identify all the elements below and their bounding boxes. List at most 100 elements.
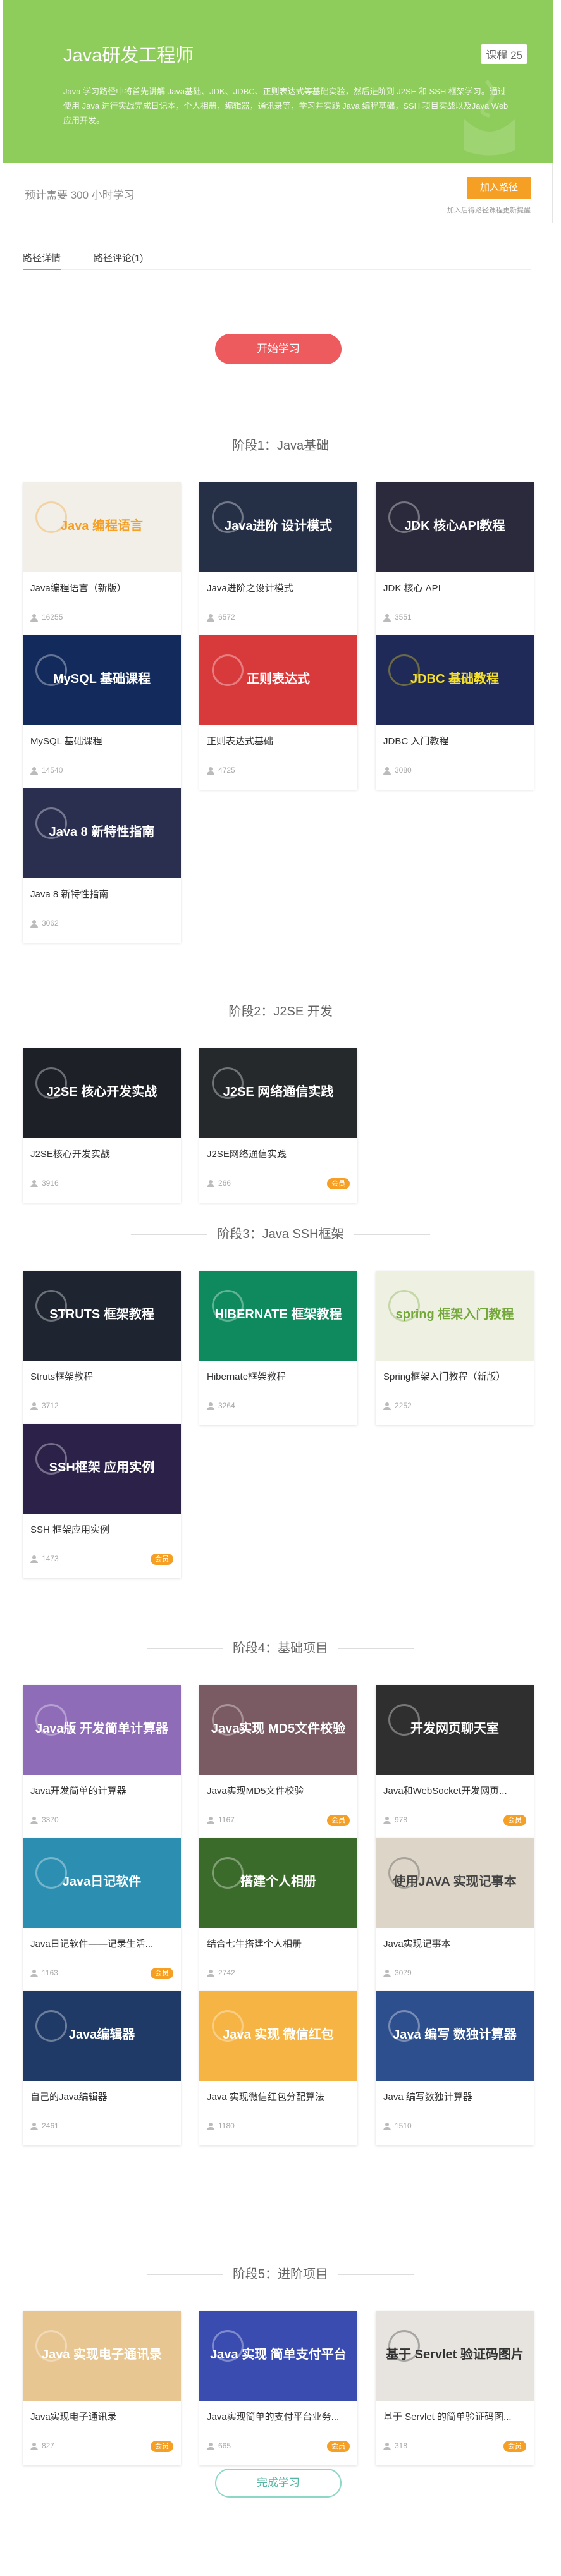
course-card[interactable]: Java 8 新特性指南 Java 8 新特性指南 3062	[23, 788, 181, 943]
course-card[interactable]: Java编辑器自己的Java编辑器 2461	[23, 1991, 181, 2145]
course-thumbnail[interactable]: Java 实现电子通讯录	[23, 2311, 181, 2401]
thumbnail-caption: STRUTS 框架教程	[49, 1308, 154, 1322]
course-name[interactable]: MySQL 基础课程	[30, 734, 173, 747]
course-name[interactable]: 正则表达式基础	[207, 734, 350, 747]
course-name[interactable]: Java进阶之设计模式	[207, 581, 350, 594]
course-card[interactable]: Java 实现电子通讯录 Java实现电子通讯录 827 会员	[23, 2311, 181, 2465]
course-thumbnail[interactable]: Java编辑器	[23, 1991, 181, 2081]
course-name[interactable]: Java编程语言（新版）	[30, 581, 173, 594]
course-name[interactable]: Java 实现微信红包分配算法	[207, 2090, 350, 2103]
course-thumbnail[interactable]: Java进阶 设计模式	[199, 482, 357, 572]
course-thumbnail[interactable]: 正则表达式	[199, 635, 357, 725]
learner-count-value: 1180	[218, 2121, 235, 2130]
course-card[interactable]: Java日记软件 Java日记软件——记录生活... 1163 会员	[23, 1838, 181, 1992]
course-card[interactable]: J2SE 网络通信实践 J2SE网络通信实践 266 会员	[199, 1048, 357, 1203]
thumbnail-caption: HIBERNATE 框架教程	[214, 1308, 342, 1322]
course-card[interactable]: spring 框架入门教程 Spring框架入门教程（新版） 2252	[376, 1271, 534, 1425]
course-card[interactable]: Java 编写 数独计算器 Java 编写数独计算器 1510	[376, 1991, 534, 2145]
course-card[interactable]: Java进阶 设计模式 Java进阶之设计模式 6572	[199, 482, 357, 637]
course-card[interactable]: Java 实现 微信红包 Java 实现微信红包分配算法 1180	[199, 1991, 357, 2145]
course-name[interactable]: Java实现MD5文件校验	[207, 1784, 350, 1797]
learner-count-value: 3916	[42, 1179, 59, 1187]
thumbnail-caption: Java日记软件	[62, 1875, 142, 1889]
course-thumbnail[interactable]: Java实现 MD5文件校验	[199, 1685, 357, 1775]
learner-count-value: 2461	[42, 2121, 59, 2130]
course-thumbnail[interactable]: 开发网页聊天室	[376, 1685, 534, 1775]
course-thumbnail[interactable]: Java 实现 微信红包	[199, 1991, 357, 2081]
course-name[interactable]: Java实现电子通讯录	[30, 2410, 173, 2423]
thumbnail-caption: Java 实现电子通讯录	[41, 2348, 163, 2362]
course-thumbnail[interactable]: STRUTS 框架教程	[23, 1271, 181, 1361]
course-thumbnail[interactable]: HIBERNATE 框架教程	[199, 1271, 357, 1361]
course-name[interactable]: Java日记软件——记录生活...	[30, 1937, 173, 1950]
course-name[interactable]: Java开发简单的计算器	[30, 1784, 173, 1797]
course-name[interactable]: Java实现记事本	[383, 1937, 526, 1950]
course-thumbnail[interactable]: SSH框架 应用实例	[23, 1424, 181, 1514]
course-card[interactable]: Java 编程语言 Java编程语言（新版） 16255	[23, 482, 181, 637]
learner-count: 2742	[207, 1968, 235, 1977]
course-thumbnail[interactable]: Java 实现 简单支付平台	[199, 2311, 357, 2401]
user-icon	[383, 613, 391, 622]
course-card[interactable]: Java版 开发简单计算器 Java开发简单的计算器 3370	[23, 1685, 181, 1839]
course-card[interactable]: 开发网页聊天室 Java和WebSocket开发网页... 978 会员	[376, 1685, 534, 1839]
course-card[interactable]: Java 实现 简单支付平台 Java实现简单的支付平台业务... 665 会员	[199, 2311, 357, 2465]
course-count-badge: 课程 25	[481, 44, 527, 64]
course-thumbnail[interactable]: JDBC 基础教程	[376, 635, 534, 725]
course-thumbnail[interactable]: JDK 核心API教程	[376, 482, 534, 572]
course-name[interactable]: JDK 核心 API	[383, 581, 526, 594]
java-logo-icon	[464, 79, 515, 156]
user-icon	[30, 1179, 38, 1187]
course-thumbnail[interactable]: J2SE 核心开发实战	[23, 1048, 181, 1138]
course-thumbnail[interactable]: Java 编程语言	[23, 482, 181, 572]
join-path-button[interactable]: 加入路径	[467, 177, 531, 199]
start-learning-button[interactable]: 开始学习	[215, 334, 342, 364]
course-card[interactable]: JDK 核心API教程 JDK 核心 API 3551	[376, 482, 534, 637]
course-name[interactable]: SSH 框架应用实例	[30, 1523, 173, 1536]
course-thumbnail[interactable]: Java 8 新特性指南	[23, 788, 181, 878]
course-name[interactable]: Spring框架入门教程（新版）	[383, 1370, 526, 1383]
course-card[interactable]: J2SE 核心开发实战 J2SE核心开发实战 3916	[23, 1048, 181, 1203]
course-card[interactable]: Java实现 MD5文件校验 Java实现MD5文件校验 1167 会员	[199, 1685, 357, 1839]
course-name[interactable]: Java 8 新特性指南	[30, 887, 173, 900]
user-icon	[383, 2442, 391, 2450]
course-thumbnail[interactable]: spring 框架入门教程	[376, 1271, 534, 1361]
course-name[interactable]: Java 编写数独计算器	[383, 2090, 526, 2103]
course-name[interactable]: Struts框架教程	[30, 1370, 173, 1383]
course-thumbnail[interactable]: 搭建个人相册	[199, 1838, 357, 1928]
course-card[interactable]: 使用JAVA 实现记事本 Java实现记事本 3079	[376, 1838, 534, 1992]
user-icon	[207, 1402, 214, 1410]
course-card[interactable]: JDBC 基础教程 JDBC 入门教程 3080	[376, 635, 534, 790]
course-thumbnail[interactable]: 基于 Servlet 验证码图片	[376, 2311, 534, 2401]
vip-badge: 会员	[151, 1968, 173, 1979]
course-name[interactable]: JDBC 入门教程	[383, 734, 526, 747]
course-card[interactable]: MySQL 基础课程 MySQL 基础课程 14540	[23, 635, 181, 790]
course-card[interactable]: 搭建个人相册结合七牛搭建个人相册 2742	[199, 1838, 357, 1992]
user-icon	[207, 2122, 214, 2130]
finish-learning-button[interactable]: 完成学习	[215, 2469, 342, 2498]
course-thumbnail[interactable]: Java日记软件	[23, 1838, 181, 1928]
tab-comments[interactable]: 路径评论(1)	[94, 251, 143, 270]
course-name[interactable]: Hibernate框架教程	[207, 1370, 350, 1383]
course-thumbnail[interactable]: J2SE 网络通信实践	[199, 1048, 357, 1138]
user-icon	[383, 1402, 391, 1410]
course-name[interactable]: J2SE网络通信实践	[207, 1147, 350, 1160]
learner-count: 2252	[383, 1401, 412, 1410]
course-card[interactable]: 基于 Servlet 验证码图片 基于 Servlet 的简单验证码图... 318…	[376, 2311, 534, 2465]
course-card[interactable]: HIBERNATE 框架教程 Hibernate框架教程 3264	[199, 1271, 357, 1425]
course-name[interactable]: 基于 Servlet 的简单验证码图...	[383, 2410, 526, 2423]
course-name[interactable]: 结合七牛搭建个人相册	[207, 1937, 350, 1950]
course-card[interactable]: 正则表达式 正则表达式基础 4725	[199, 635, 357, 790]
course-name[interactable]: Java实现简单的支付平台业务...	[207, 2410, 350, 2423]
course-thumbnail[interactable]: MySQL 基础课程	[23, 635, 181, 725]
course-card[interactable]: SSH框架 应用实例 SSH 框架应用实例 1473 会员	[23, 1424, 181, 1578]
course-thumbnail[interactable]: Java版 开发简单计算器	[23, 1685, 181, 1775]
learner-count: 3079	[383, 1968, 412, 1977]
course-name[interactable]: 自己的Java编辑器	[30, 2090, 173, 2103]
tab-detail[interactable]: 路径详情	[23, 251, 61, 270]
course-card[interactable]: STRUTS 框架教程 Struts框架教程 3712	[23, 1271, 181, 1425]
course-name[interactable]: J2SE核心开发实战	[30, 1147, 173, 1160]
course-name[interactable]: Java和WebSocket开发网页...	[383, 1784, 526, 1797]
user-icon	[30, 1555, 38, 1563]
course-thumbnail[interactable]: Java 编写 数独计算器	[376, 1991, 534, 2081]
course-thumbnail[interactable]: 使用JAVA 实现记事本	[376, 1838, 534, 1928]
